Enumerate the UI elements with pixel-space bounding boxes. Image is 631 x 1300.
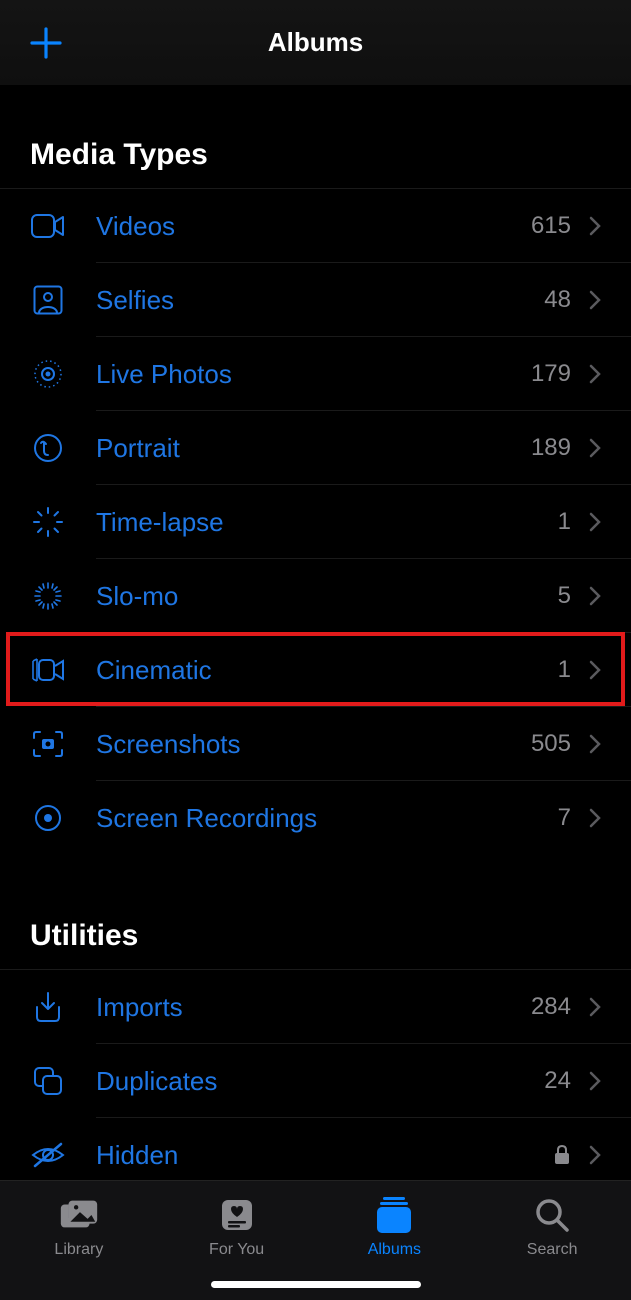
- foryou-tab-icon: [215, 1195, 259, 1235]
- imports-icon: [30, 989, 66, 1025]
- utilities-row-imports[interactable]: Imports 284: [0, 970, 631, 1044]
- video-icon: [30, 208, 66, 244]
- page-title: Albums: [268, 27, 363, 58]
- row-count: 48: [544, 286, 581, 314]
- row-count: 284: [531, 993, 581, 1021]
- media-row-timelapse[interactable]: Time-lapse 1: [0, 485, 631, 559]
- row-label: Selfies: [66, 285, 544, 316]
- tab-library[interactable]: Library: [0, 1195, 158, 1259]
- row-label: Imports: [66, 992, 531, 1023]
- chevron-right-icon: [589, 438, 601, 458]
- chevron-right-icon: [589, 586, 601, 606]
- row-count: 5: [558, 582, 581, 610]
- row-label: Portrait: [66, 433, 531, 464]
- row-count: 615: [531, 212, 581, 240]
- row-count: 189: [531, 434, 581, 462]
- chevron-right-icon: [589, 808, 601, 828]
- tab-label: Search: [527, 1241, 578, 1259]
- selfie-icon: [30, 282, 66, 318]
- media-row-selfies[interactable]: Selfies 48: [0, 263, 631, 337]
- row-count: 24: [544, 1067, 581, 1095]
- screenrec-icon: [30, 800, 66, 836]
- portrait-icon: [30, 430, 66, 466]
- utilities-row-hidden[interactable]: Hidden: [0, 1118, 631, 1180]
- media-row-slomo[interactable]: Slo-mo 5: [0, 559, 631, 633]
- tab-label: Library: [54, 1241, 103, 1259]
- section-header-utilities: Utilities: [0, 855, 631, 970]
- media-row-videos[interactable]: Videos 615: [0, 189, 631, 263]
- row-count: 179: [531, 360, 581, 388]
- row-label: Duplicates: [66, 1066, 544, 1097]
- utilities-row-duplicates[interactable]: Duplicates 24: [0, 1044, 631, 1118]
- media-row-livephotos[interactable]: Live Photos 179: [0, 337, 631, 411]
- row-label: Hidden: [66, 1140, 553, 1171]
- row-label: Time-lapse: [66, 507, 558, 538]
- row-label: Screenshots: [66, 729, 531, 760]
- media-row-screenshots[interactable]: Screenshots 505: [0, 707, 631, 781]
- screenshots-icon: [30, 726, 66, 762]
- livephotos-icon: [30, 356, 66, 392]
- add-button[interactable]: [26, 23, 66, 63]
- chevron-right-icon: [589, 364, 601, 384]
- row-label: Slo-mo: [66, 581, 558, 612]
- tab-foryou[interactable]: For You: [158, 1195, 316, 1259]
- chevron-right-icon: [589, 997, 601, 1017]
- chevron-right-icon: [589, 1071, 601, 1091]
- library-tab-icon: [57, 1195, 101, 1235]
- duplicates-icon: [30, 1063, 66, 1099]
- tab-label: Albums: [368, 1241, 421, 1259]
- row-label: Cinematic: [66, 655, 558, 686]
- chevron-right-icon: [589, 216, 601, 236]
- albums-tab-icon: [372, 1195, 416, 1235]
- row-count: 505: [531, 730, 581, 758]
- search-tab-icon: [530, 1195, 574, 1235]
- chevron-right-icon: [589, 660, 601, 680]
- row-count: 1: [558, 508, 581, 536]
- hidden-icon: [30, 1137, 66, 1173]
- chevron-right-icon: [589, 290, 601, 310]
- tab-albums[interactable]: Albums: [316, 1195, 474, 1259]
- row-count: 7: [558, 804, 581, 832]
- cinematic-icon: [30, 652, 66, 688]
- row-label: Videos: [66, 211, 531, 242]
- media-row-screenrec[interactable]: Screen Recordings 7: [0, 781, 631, 855]
- slomo-icon: [30, 578, 66, 614]
- chevron-right-icon: [589, 512, 601, 532]
- row-label: Screen Recordings: [66, 803, 558, 834]
- media-row-cinematic[interactable]: Cinematic 1: [0, 633, 631, 707]
- chevron-right-icon: [589, 1145, 601, 1165]
- home-indicator[interactable]: [211, 1281, 421, 1288]
- tab-search[interactable]: Search: [473, 1195, 631, 1259]
- section-header-media-types: Media Types: [0, 86, 631, 189]
- content-scroll[interactable]: Media Types Videos 615 Selfies 48 Live P…: [0, 86, 631, 1180]
- tab-label: For You: [209, 1241, 264, 1259]
- row-label: Live Photos: [66, 359, 531, 390]
- lock-icon: [553, 1144, 571, 1166]
- row-count: 1: [558, 656, 581, 684]
- chevron-right-icon: [589, 734, 601, 754]
- media-row-portrait[interactable]: Portrait 189: [0, 411, 631, 485]
- timelapse-icon: [30, 504, 66, 540]
- nav-bar: Albums: [0, 0, 631, 86]
- plus-icon: [29, 26, 63, 60]
